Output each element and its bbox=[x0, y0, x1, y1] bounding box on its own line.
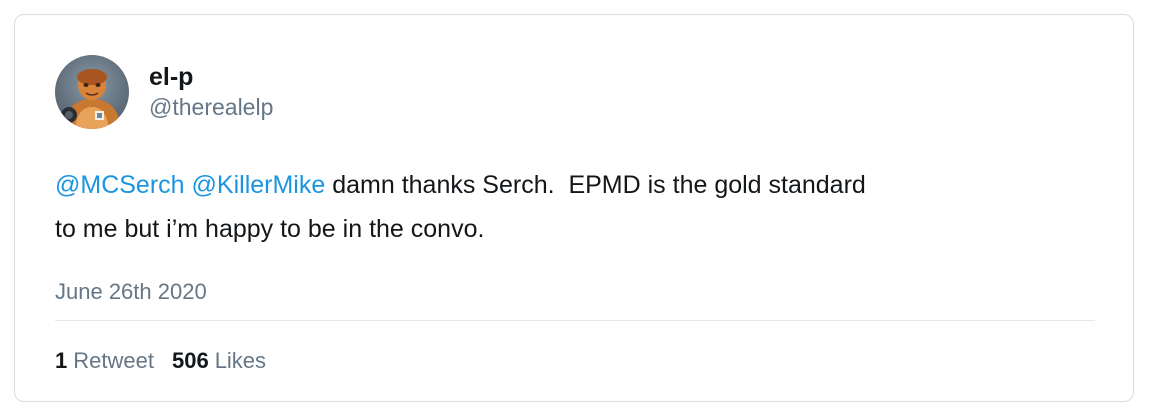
retweets-count: 1 bbox=[55, 348, 68, 373]
tweet-header: el-p @therealelp bbox=[55, 55, 273, 129]
user-names: el-p @therealelp bbox=[149, 62, 273, 122]
tweet-text-line-2: to me but i’m happy to be in the convo. bbox=[55, 215, 485, 243]
tweet-date[interactable]: June 26th 2020 bbox=[55, 277, 207, 307]
tweet-text: @MCSerch @KillerMike damn thanks Serch. … bbox=[55, 163, 1115, 251]
tweet-stats: 1 Retweet 506 Likes bbox=[55, 346, 266, 376]
divider bbox=[55, 320, 1095, 321]
mention-link-killermike[interactable]: @KillerMike bbox=[192, 171, 326, 199]
retweets-label: Retweet bbox=[73, 348, 154, 373]
avatar-image bbox=[55, 55, 129, 129]
likes-label: Likes bbox=[214, 348, 267, 373]
retweets-stat[interactable]: 1 Retweet bbox=[55, 346, 154, 376]
likes-stat[interactable]: 506 Likes bbox=[172, 346, 266, 376]
avatar[interactable] bbox=[55, 55, 129, 129]
display-name[interactable]: el-p bbox=[149, 62, 273, 92]
tweet-card: el-p @therealelp @MCSerch @KillerMike da… bbox=[14, 14, 1134, 402]
mention-link-mcserch[interactable]: @MCSerch bbox=[55, 171, 185, 199]
tweet-text-line-1: damn thanks Serch. EPMD is the gold stan… bbox=[325, 171, 866, 199]
user-handle[interactable]: @therealelp bbox=[149, 92, 273, 122]
likes-count: 506 bbox=[171, 348, 209, 373]
